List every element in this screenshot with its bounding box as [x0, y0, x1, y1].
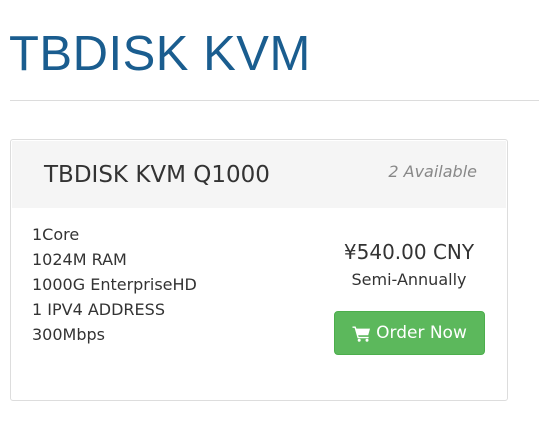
product-card: TBDISK KVM Q1000 2 Available 1Core 1024M… [10, 139, 508, 401]
page-title: TBDISK KVM [9, 27, 311, 81]
billing-cycle: Semi-Annually [351, 270, 467, 289]
pricing: ¥540.00 CNY Semi-Annually [334, 242, 484, 288]
order-now-button[interactable]: Order Now [334, 311, 485, 355]
availability-badge: 2 Available [388, 162, 477, 181]
feature-item: 1000G EnterpriseHD [32, 275, 197, 294]
feature-item: 300Mbps [32, 325, 105, 344]
feature-item: 1024M RAM [32, 250, 127, 269]
feature-item: 1 IPV4 ADDRESS [32, 300, 165, 319]
feature-list: 1Core 1024M RAM 1000G EnterpriseHD 1 IPV… [32, 222, 197, 347]
product-price: ¥540.00 CNY [343, 240, 475, 264]
order-now-label: Order Now [376, 323, 467, 343]
title-divider [10, 100, 539, 101]
product-name: TBDISK KVM Q1000 [44, 162, 270, 188]
page: TBDISK KVM TBDISK KVM Q1000 2 Available … [0, 0, 539, 422]
product-header: TBDISK KVM Q1000 2 Available [12, 141, 506, 208]
shopping-cart-icon [352, 325, 371, 342]
feature-item: 1Core [32, 225, 80, 244]
